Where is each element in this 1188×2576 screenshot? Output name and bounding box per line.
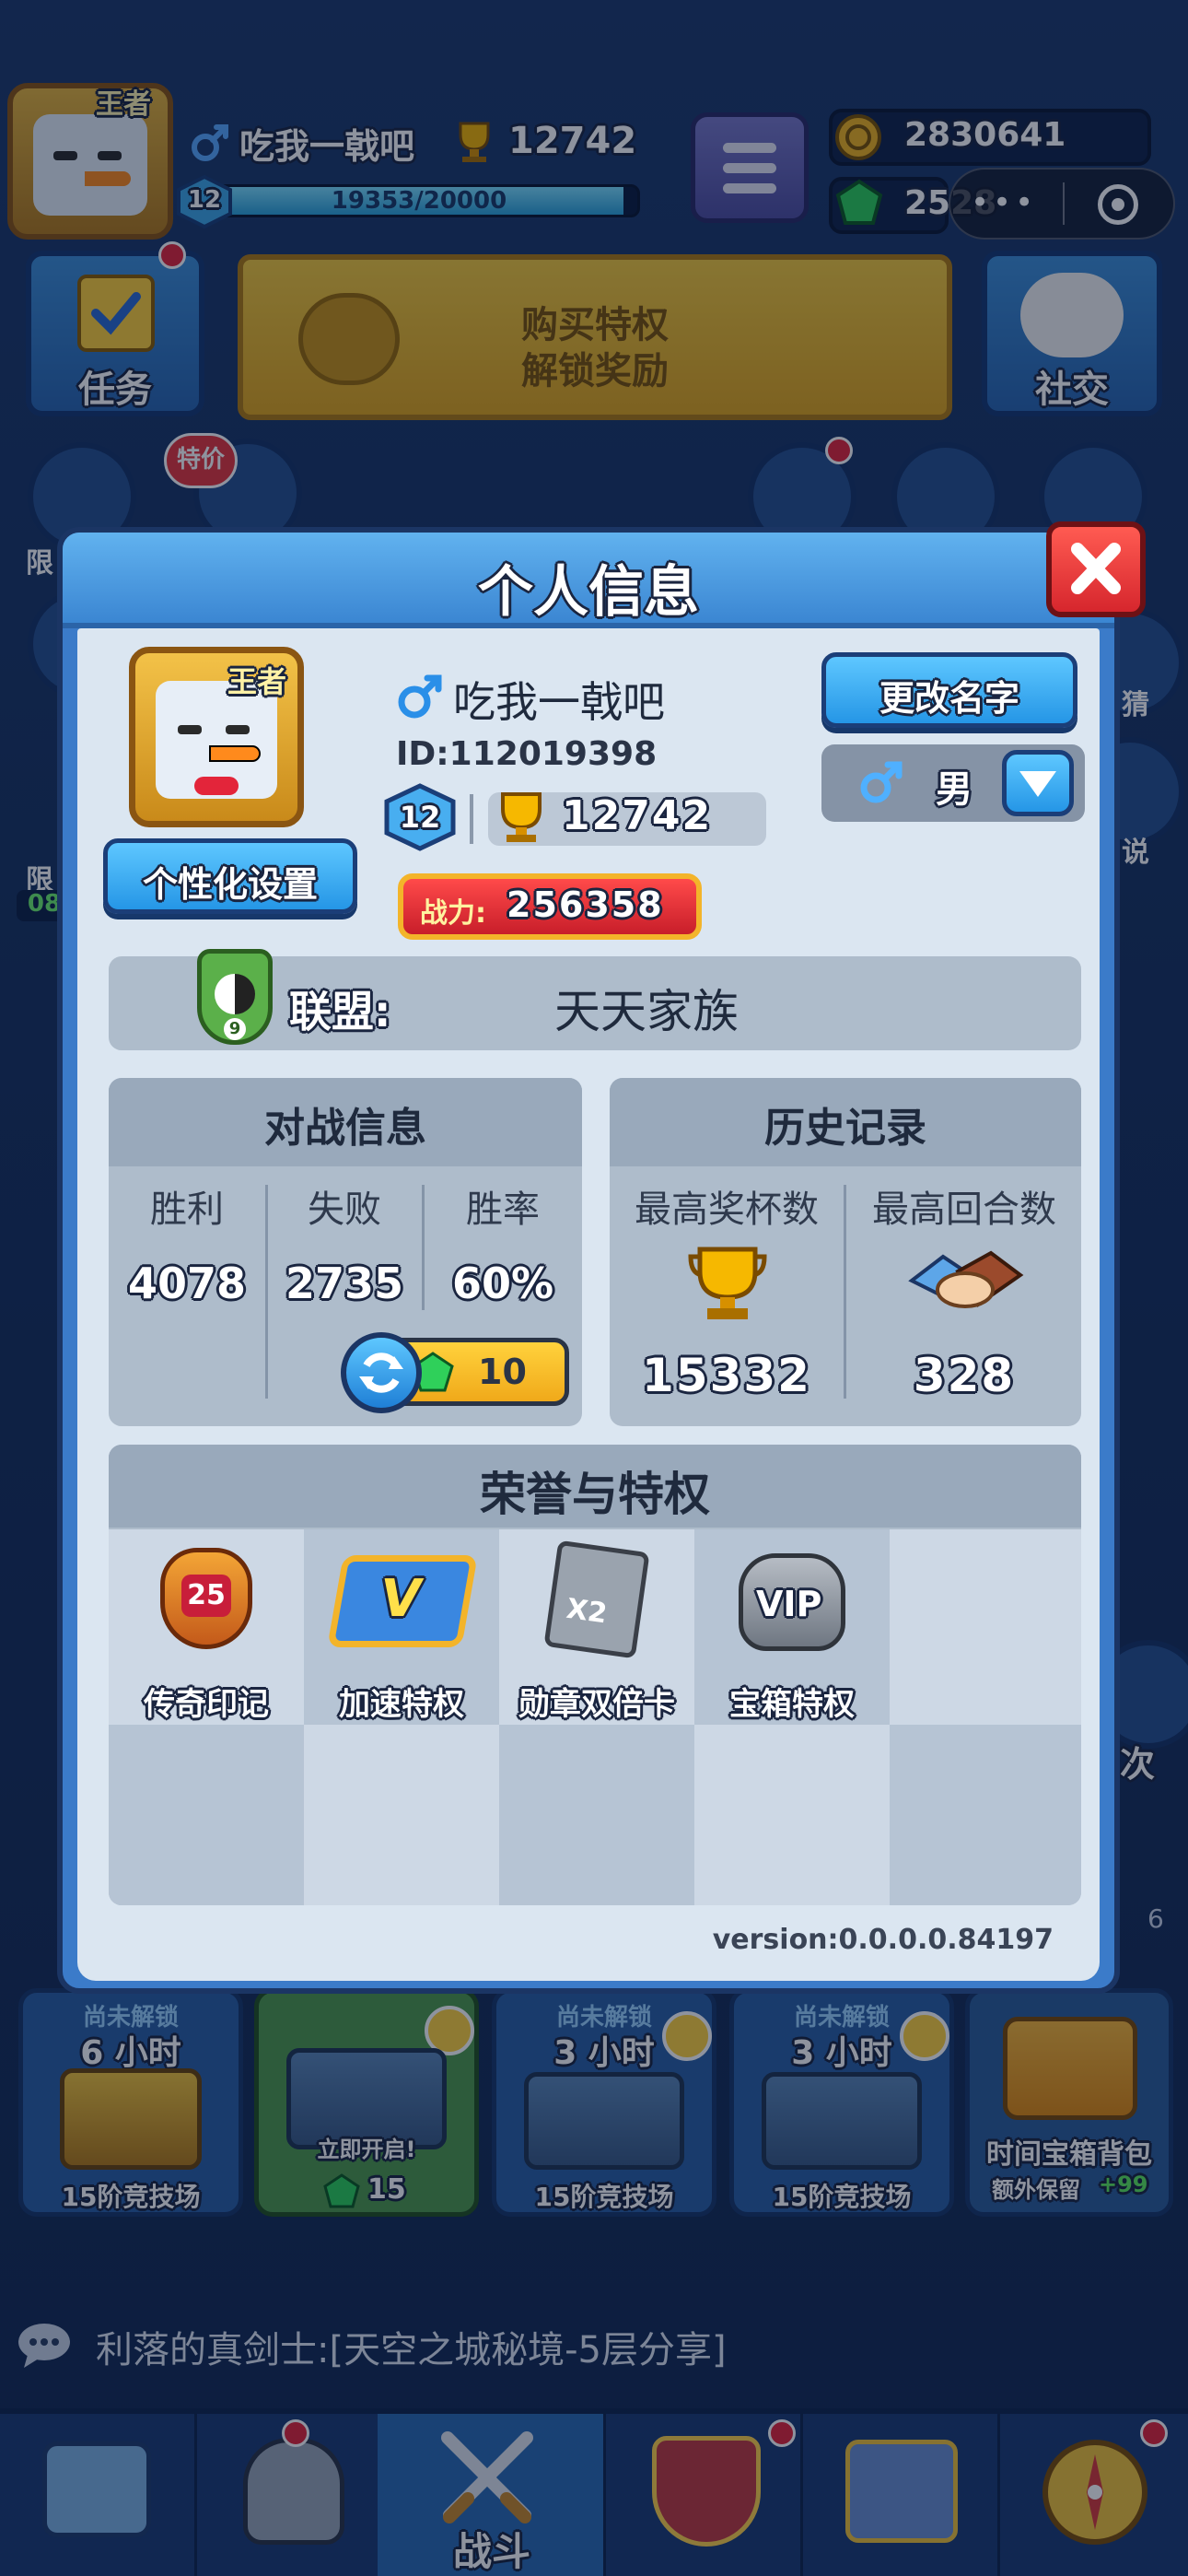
alliance-emblem-icon: 9 xyxy=(197,949,273,1045)
level-badge: 12 xyxy=(383,783,457,851)
power-banner: 战力: 256358 xyxy=(398,873,702,940)
vip-chest-icon: VIP xyxy=(739,1553,845,1651)
profile-trophies: 12742 xyxy=(562,792,713,839)
honor-slot-empty xyxy=(304,1725,499,1905)
profile-avatar: 王者 xyxy=(129,647,304,827)
double-card-icon: X2 xyxy=(543,1540,650,1659)
chevron-down-icon[interactable] xyxy=(1002,750,1074,816)
wins-value: 4078 xyxy=(127,1259,247,1308)
honor-slot-empty xyxy=(890,1529,1081,1725)
rename-button[interactable]: 更改名字 xyxy=(821,652,1077,728)
avatar-rank-label: 王者 xyxy=(227,664,287,699)
trophy-icon xyxy=(685,1240,770,1325)
max-rounds-value: 328 xyxy=(913,1349,1016,1402)
modal-header: 个人信息 xyxy=(63,533,1114,628)
honor-slot-empty xyxy=(109,1725,304,1905)
honors-title: 荣誉与特权 xyxy=(480,1468,710,1521)
modal-title: 个人信息 xyxy=(478,560,699,625)
honor-medal-double-card[interactable]: X2 勋章双倍卡 xyxy=(499,1529,694,1725)
honor-slot-empty xyxy=(890,1725,1081,1905)
max-trophies-value: 15332 xyxy=(642,1349,811,1402)
honors-panel: 荣誉与特权 25 传奇印记 V 加速特权 X2 勋章双倍卡 VIP 宝箱特权 xyxy=(109,1445,1081,1905)
losses-value: 2735 xyxy=(285,1259,404,1308)
speed-card-icon: V xyxy=(327,1555,478,1647)
honor-legend-mark[interactable]: 25 传奇印记 xyxy=(109,1529,304,1725)
battle-info-panel: 对战信息 胜利 失败 胜率 4078 2735 60% 10 xyxy=(109,1078,582,1426)
trophy-icon xyxy=(492,787,551,846)
personalize-button[interactable]: 个性化设置 xyxy=(103,838,357,914)
battle-info-title: 对战信息 xyxy=(264,1105,426,1152)
close-button[interactable] xyxy=(1046,521,1146,617)
power-value: 256358 xyxy=(507,884,664,925)
honor-chest-privilege[interactable]: VIP 宝箱特权 xyxy=(694,1529,890,1725)
max-rounds-label: 最高回合数 xyxy=(872,1188,1056,1231)
wins-label: 胜利 xyxy=(150,1188,224,1231)
refresh-icon[interactable] xyxy=(341,1332,422,1413)
profile-modal: 个人信息 王者 个性化设置 吃我一戟吧 ID:112019398 12 1274… xyxy=(57,527,1120,1994)
alliance-label: 联盟: xyxy=(289,987,391,1036)
winrate-value: 60% xyxy=(451,1259,554,1308)
profile-id: ID:112019398 xyxy=(396,735,658,773)
max-trophies-label: 最高奖杯数 xyxy=(635,1188,819,1231)
history-title: 历史记录 xyxy=(764,1105,926,1152)
profile-name: 吃我一戟吧 xyxy=(453,677,665,727)
winrate-label: 胜率 xyxy=(466,1188,540,1231)
legend-badge-icon: 25 xyxy=(160,1548,252,1649)
version-text: version:0.0.0.0.84197 xyxy=(712,1924,1054,1956)
male-gender-icon xyxy=(858,759,904,805)
gender-select[interactable]: 男 xyxy=(821,744,1085,822)
handshake-icon xyxy=(906,1244,1026,1329)
honor-slot-empty xyxy=(694,1725,890,1905)
male-gender-icon xyxy=(396,673,444,720)
history-panel: 历史记录 最高奖杯数 最高回合数 15332 328 xyxy=(610,1078,1081,1426)
alliance-name: 天天家族 xyxy=(554,985,739,1038)
losses-label: 失败 xyxy=(308,1188,381,1231)
honor-speed-privilege[interactable]: V 加速特权 xyxy=(304,1529,499,1725)
alliance-row[interactable]: 9 联盟: 天天家族 xyxy=(109,949,1081,1050)
modal-body: 王者 个性化设置 吃我一戟吧 ID:112019398 12 12742 战力:… xyxy=(77,628,1100,1981)
honor-slot-empty xyxy=(499,1725,694,1905)
